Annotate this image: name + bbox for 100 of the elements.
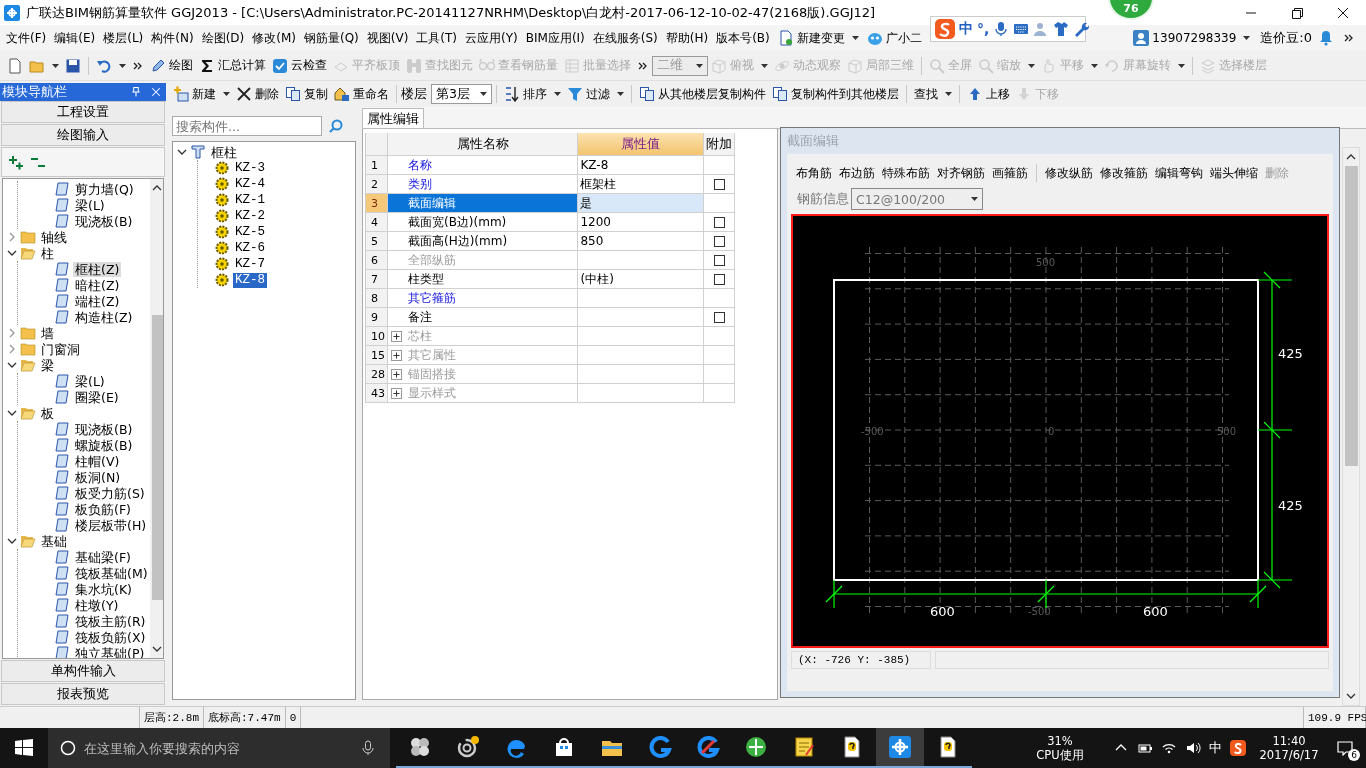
- nav-section-button[interactable]: 报表预览: [1, 683, 165, 705]
- tool-button[interactable]: 布角筋: [793, 162, 835, 184]
- toolbar-button[interactable]: 汇总计算: [196, 55, 269, 76]
- menu-command[interactable]: 新建变更: [773, 27, 863, 49]
- checkbox[interactable]: [713, 273, 725, 285]
- property-name[interactable]: 备注: [387, 308, 579, 326]
- scrollbar[interactable]: [1342, 147, 1360, 706]
- shirt-icon[interactable]: [1053, 21, 1070, 37]
- property-value[interactable]: 1200: [578, 213, 705, 231]
- pin-icon[interactable]: [130, 86, 142, 98]
- chevron-right-icon[interactable]: [7, 344, 17, 354]
- tree-item[interactable]: 现浇板(B): [73, 213, 135, 229]
- tree-item[interactable]: 板受力筋(S): [73, 485, 147, 501]
- nav-section-button[interactable]: 工程设置: [1, 101, 165, 123]
- scroll-up-icon[interactable]: [1346, 153, 1356, 161]
- scroll-down-icon[interactable]: [1346, 692, 1356, 700]
- tab[interactable]: 属性编辑: [362, 108, 424, 128]
- chevron-down-icon[interactable]: [177, 147, 187, 157]
- keyboard-icon[interactable]: [1013, 21, 1030, 37]
- microphone-icon[interactable]: [360, 740, 376, 756]
- toolbar-button[interactable]: 重命名: [331, 83, 392, 105]
- property-name[interactable]: 截面宽(B边)(mm): [387, 213, 579, 231]
- tree-item[interactable]: 楼层板带(H): [73, 517, 149, 533]
- chevron-down-icon[interactable]: [7, 248, 17, 258]
- menu-item[interactable]: 云应用(Y): [461, 27, 522, 49]
- toolbar-button[interactable]: 查找: [910, 83, 955, 105]
- punctuation-toggle[interactable]: °,: [977, 21, 990, 37]
- chevron-right-icon[interactable]: [7, 232, 17, 242]
- tree-item[interactable]: 端柱(Z): [73, 293, 122, 309]
- tool-button[interactable]: 特殊布筋: [879, 162, 933, 184]
- tree-item[interactable]: 基础梁(F): [73, 549, 133, 565]
- overflow-icon[interactable]: [1344, 34, 1354, 42]
- toolbar-button[interactable]: 绘图: [147, 55, 196, 76]
- toolbar-button[interactable]: 上移: [963, 83, 1013, 105]
- toolbar-button[interactable]: 复制: [282, 83, 331, 105]
- nav-section-button[interactable]: 绘图输入: [1, 124, 165, 146]
- toolbar-button[interactable]: 复制构件到其他楼层: [768, 83, 902, 105]
- tool-button[interactable]: 布边筋: [836, 162, 878, 184]
- menu-item[interactable]: 帮助(H): [661, 27, 713, 49]
- toolbar-button[interactable]: 新建: [170, 83, 233, 105]
- tool-button[interactable]: 修改箍筋: [1097, 162, 1151, 184]
- tree-folder[interactable]: 基础: [39, 533, 69, 549]
- toolbar-button[interactable]: 从其他楼层复制构件: [635, 83, 769, 105]
- checkbox[interactable]: [713, 254, 725, 266]
- toolbar-button[interactable]: 过滤: [563, 83, 627, 105]
- tool-button[interactable]: 对齐钢筋: [934, 162, 988, 184]
- menu-command[interactable]: 广小二: [862, 27, 926, 49]
- tree-item[interactable]: 板负筋(F): [73, 501, 133, 517]
- dropdown-field[interactable]: 第3层: [431, 84, 492, 104]
- chevron-down-icon[interactable]: [7, 360, 17, 370]
- microphone-icon[interactable]: [993, 21, 1010, 37]
- input-mode-toggle[interactable]: 中: [959, 20, 973, 38]
- tree-item[interactable]: 柱帽(V): [73, 453, 122, 469]
- property-name[interactable]: 截面编辑: [387, 194, 579, 212]
- scrollbar[interactable]: [149, 179, 163, 658]
- section-canvas[interactable]: 500 -500 0 500 -500 425 425 600 600: [791, 214, 1329, 648]
- clock[interactable]: 11:40 2017/6/17: [1254, 734, 1324, 762]
- property-value[interactable]: 框架柱: [578, 175, 705, 193]
- close-icon[interactable]: [150, 86, 162, 98]
- tree-item[interactable]: 暗柱(Z): [73, 277, 122, 293]
- tree-item[interactable]: KZ-7: [233, 256, 267, 272]
- tree-item[interactable]: 圈梁(E): [73, 389, 121, 405]
- scroll-down-icon[interactable]: [152, 645, 163, 653]
- menu-item[interactable]: 编辑(E): [50, 27, 100, 49]
- tree-item[interactable]: 筏板负筋(X): [73, 629, 148, 645]
- search-field[interactable]: 搜索构件...: [172, 116, 322, 136]
- tree-item[interactable]: KZ-2: [233, 208, 267, 224]
- checkbox[interactable]: [713, 216, 725, 228]
- chevron-down-icon[interactable]: [7, 536, 17, 546]
- ime-logo-icon[interactable]: [1230, 740, 1246, 756]
- menu-item[interactable]: 钢筋量(Q): [299, 27, 363, 49]
- checkbox[interactable]: [713, 178, 725, 190]
- tree-folder[interactable]: 框柱: [209, 144, 239, 160]
- tree-item[interactable]: KZ-6: [233, 240, 267, 256]
- rebar-dropdown[interactable]: C12@100/200: [851, 188, 983, 210]
- tree-item[interactable]: 筏板主筋(R): [73, 613, 148, 629]
- property-value[interactable]: KZ-8: [578, 156, 705, 174]
- tree-item[interactable]: 现浇板(B): [73, 421, 135, 437]
- menu-item[interactable]: 在线服务(S): [588, 27, 662, 49]
- notification-icon[interactable]: [1337, 740, 1353, 756]
- tree-item[interactable]: KZ-4: [233, 176, 267, 192]
- tree-item[interactable]: 板洞(N): [73, 469, 123, 485]
- tree-item[interactable]: 筏板基础(M): [73, 565, 150, 581]
- tree-item[interactable]: 螺旋板(B): [73, 437, 135, 453]
- property-value[interactable]: 850: [578, 232, 705, 250]
- tool-button[interactable]: 端头伸缩: [1207, 162, 1261, 184]
- input-language[interactable]: 中: [1209, 739, 1222, 757]
- menu-item[interactable]: BIM应用(I): [521, 27, 589, 49]
- tree-item[interactable]: KZ-8: [233, 272, 267, 288]
- tree-folder[interactable]: 板: [39, 405, 56, 421]
- property-name[interactable]: 名称: [387, 156, 579, 174]
- expand-all-icon[interactable]: [8, 154, 24, 170]
- search-field[interactable]: 在这里输入你要搜索的内容: [48, 728, 390, 768]
- tree-item[interactable]: 柱墩(Y): [73, 597, 121, 613]
- account-button[interactable]: 13907298339: [1129, 28, 1255, 48]
- menu-item[interactable]: 视图(V): [362, 27, 413, 49]
- toolbar-button[interactable]: 排序: [500, 83, 564, 105]
- tree-item[interactable]: 梁(L): [73, 197, 107, 213]
- cpu-usage-indicator[interactable]: 31% CPU使用: [1025, 733, 1095, 763]
- menu-item[interactable]: 绘图(D): [197, 27, 249, 49]
